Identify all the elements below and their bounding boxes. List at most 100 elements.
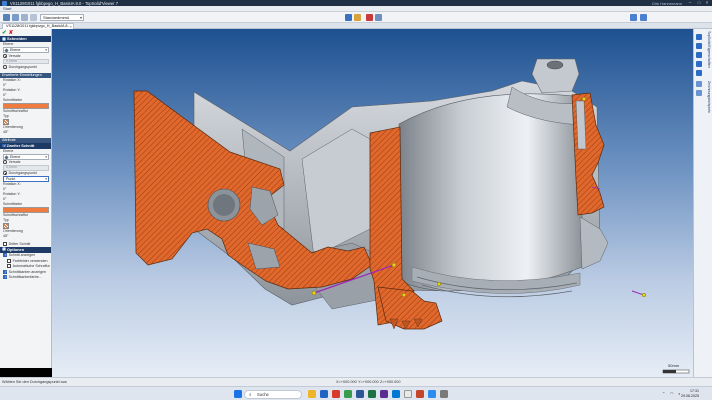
scale-bar <box>662 369 690 374</box>
opt-edge-colors[interactable]: Schnittkantenfarbe... <box>0 275 51 281</box>
status-hint: Wählen Sie den Durchgangspunkt aus <box>2 380 67 384</box>
save-icon[interactable] <box>21 14 28 21</box>
help-icon[interactable] <box>630 14 637 21</box>
taskbar-search[interactable]: ⌕ Suche <box>244 389 302 399</box>
point-radio[interactable] <box>3 64 7 69</box>
window-title: VS1128G011 fgkbpvgo_H_BasisIA 8.0 - TopS… <box>10 0 119 6</box>
options-header[interactable]: Optionen <box>0 246 51 253</box>
plane2-value: Ebene <box>10 154 21 159</box>
status-bar: Wählen Sie den Durchgangspunkt aus X=+00… <box>0 377 712 386</box>
app-green-icon[interactable] <box>344 390 352 398</box>
point2-select[interactable]: Punkt ▾ <box>3 176 49 182</box>
section-panel: ✔ ✘ Schneiden Ebene Ebene ▾ Versatz 0,0mm… <box>0 29 52 368</box>
properties-tab[interactable]: TopSolid Eigenschaften <box>704 31 711 68</box>
settings-app-icon[interactable] <box>440 390 448 398</box>
auto-hatch-label: Automatische Schraffur <box>12 264 50 269</box>
system-clock[interactable]: 17:31 29.08.2025 <box>681 389 699 399</box>
plane2-select[interactable]: Ebene ▾ <box>3 153 49 160</box>
show-cut-checkbox[interactable] <box>3 253 7 258</box>
show-edges-checkbox[interactable] <box>3 270 7 274</box>
wifi-icon[interactable]: ◠ <box>670 391 674 396</box>
ok-icon[interactable]: ✔ <box>2 30 7 36</box>
settings-icon[interactable] <box>640 14 647 21</box>
cancel-icon[interactable]: ✘ <box>9 30 14 36</box>
app-red-icon[interactable] <box>332 390 340 398</box>
view-top-icon[interactable] <box>696 90 702 96</box>
plane-select[interactable]: Ebene ▾ <box>3 47 49 53</box>
explode-icon[interactable] <box>375 14 382 21</box>
os-taskbar: ⌕ Suche ⌃ ◠ ◖ 17:31 29.08.2025 <box>0 386 712 400</box>
chevron-down-icon: ▾ <box>45 177 47 181</box>
panel-actions: ✔ ✘ <box>0 29 51 36</box>
zoom-out-icon[interactable] <box>696 52 702 58</box>
rotate-icon[interactable] <box>696 61 702 67</box>
second-cut-header[interactable]: Zweiter Schnitt <box>0 142 51 149</box>
main-toolbar: Standardmenü ▾ <box>0 12 712 23</box>
plane-icon <box>4 48 9 53</box>
show-edges-label: Schnittkanten anzeigen <box>8 269 46 274</box>
tray-chevron-icon[interactable]: ⌃ <box>662 391 665 396</box>
coord-z: Z=+000.000 <box>380 380 401 384</box>
collapse-icon <box>2 36 6 41</box>
section-cut-title: Schneiden <box>7 36 27 41</box>
options-title: Optionen <box>7 246 25 252</box>
offset-radio[interactable] <box>3 53 7 58</box>
open-icon[interactable] <box>12 14 19 21</box>
offset2-radio[interactable] <box>3 160 7 165</box>
search-icon: ⌕ <box>249 391 252 397</box>
mail-icon[interactable] <box>320 390 328 398</box>
teams-icon[interactable] <box>380 390 388 398</box>
examples-tab[interactable]: Zeichnungsbeispiele <box>704 81 711 113</box>
coord-x: X=+000.000 <box>336 380 357 384</box>
pan-icon[interactable] <box>696 70 702 76</box>
offset-option-label: Versatz <box>8 53 21 58</box>
view-mode-dropdown[interactable]: Standardmenü ▾ <box>40 14 84 21</box>
third-cut-label: Dritter Schnitt <box>8 241 31 246</box>
second-cut-title: Zweiter Schnitt <box>6 142 35 148</box>
type2-label: Typ <box>3 218 9 222</box>
offset2-option-label: Versatz <box>8 160 21 165</box>
point2-option-label: Durchgangspunkt <box>8 171 37 176</box>
light-icon[interactable] <box>354 14 361 21</box>
excel-icon[interactable] <box>368 390 376 398</box>
coord-y: Y=+000.000 <box>358 380 379 384</box>
section-view-icon[interactable] <box>366 14 373 21</box>
view-front-icon[interactable] <box>696 81 702 87</box>
chevron-down-icon: ▾ <box>45 48 47 52</box>
edge-colors-checkbox[interactable] <box>3 275 7 280</box>
render-icon[interactable] <box>345 14 352 21</box>
second-cut-checkbox[interactable] <box>2 143 6 149</box>
point2-radio[interactable] <box>3 171 7 176</box>
opt-show-edges[interactable]: Schnittkanten anzeigen <box>0 269 51 275</box>
outlook-icon[interactable] <box>392 390 400 398</box>
zoom-fit-icon[interactable] <box>696 34 702 40</box>
undo-icon[interactable] <box>30 14 37 21</box>
topsolid-icon[interactable] <box>404 390 412 398</box>
new-icon[interactable] <box>3 14 10 21</box>
explorer-icon[interactable] <box>308 390 316 398</box>
edge-colors-label: Schnittkantenfarbe... <box>8 275 42 280</box>
clock-date: 29.08.2025 <box>681 394 699 398</box>
point2-value: Punkt <box>6 177 16 181</box>
browser-icon[interactable] <box>428 390 436 398</box>
user-name[interactable]: Dirk Hannemann <box>652 1 682 6</box>
word-icon[interactable] <box>356 390 364 398</box>
zoom-in-icon[interactable] <box>696 43 702 49</box>
3d-viewport[interactable]: 50mm <box>52 29 693 377</box>
search-placeholder: Suche <box>257 391 269 397</box>
document-tab-label: VS1128G011 fgkbpvgo_H_BasisIA 8... <box>6 24 71 28</box>
use-parts-checkbox[interactable] <box>7 258 11 263</box>
scale-label: 50mm <box>668 363 680 368</box>
windows-start-icon[interactable] <box>234 390 242 398</box>
plane-value: Ebene <box>10 48 21 52</box>
point-option-label: Durchgangspunkt <box>8 64 37 69</box>
chevron-down-icon: ▾ <box>45 154 47 159</box>
third-cut-checkbox[interactable] <box>3 241 7 246</box>
show-cut-label: Schnitt anzeigen <box>8 253 36 258</box>
auto-hatch-checkbox[interactable] <box>7 264 11 269</box>
section-cut-header[interactable]: Schneiden <box>0 36 51 42</box>
view-mode-value: Standardmenü <box>43 15 70 20</box>
pdf-icon[interactable] <box>416 390 424 398</box>
start-menu[interactable]: Start <box>3 6 11 11</box>
collapse-icon <box>2 247 6 252</box>
